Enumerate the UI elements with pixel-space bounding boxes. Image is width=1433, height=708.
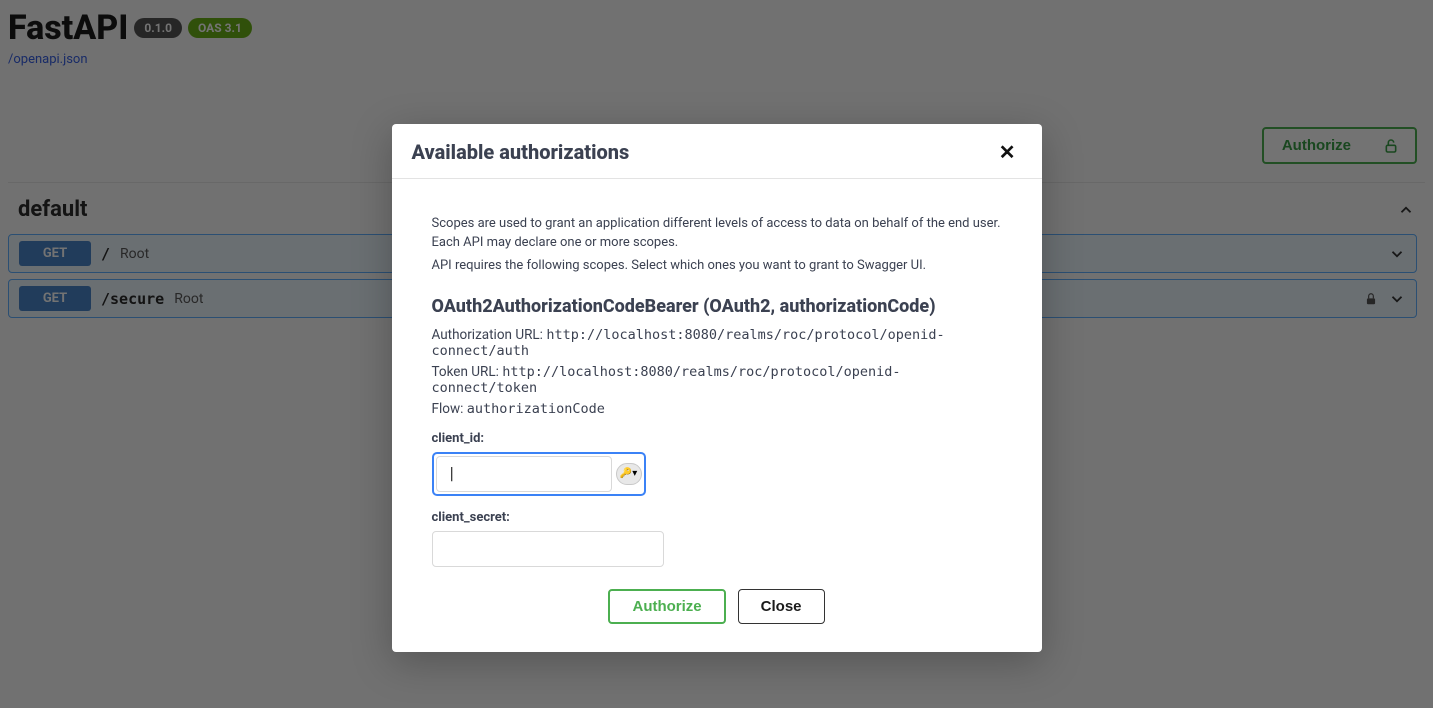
token-url-line: Token URL: http://localhost:8080/realms/… (432, 364, 1002, 396)
auth-modal: Available authorizations ✕ Scopes are us… (392, 124, 1042, 652)
client-secret-input[interactable] (432, 531, 664, 567)
modal-authorize-button[interactable]: Authorize (608, 589, 725, 624)
credential-picker-icon[interactable]: 🔑▾ (616, 463, 642, 485)
auth-scheme-name: OAuth2AuthorizationCodeBearer (OAuth2, a… (432, 296, 1002, 317)
close-icon[interactable]: ✕ (993, 138, 1022, 166)
modal-close-button[interactable]: Close (738, 589, 825, 624)
client-id-label: client_id: (432, 431, 1002, 446)
client-id-input[interactable] (436, 456, 612, 492)
scope-instruction: API requires the following scopes. Selec… (432, 257, 1002, 276)
scope-description: Scopes are used to grant an application … (432, 215, 1002, 253)
modal-title: Available authorizations (412, 140, 630, 164)
authorization-url-line: Authorization URL: http://localhost:8080… (432, 327, 1002, 359)
flow-line: Flow: authorizationCode (432, 401, 1002, 417)
client-secret-label: client_secret: (432, 510, 1002, 525)
modal-overlay: Available authorizations ✕ Scopes are us… (0, 0, 1433, 708)
